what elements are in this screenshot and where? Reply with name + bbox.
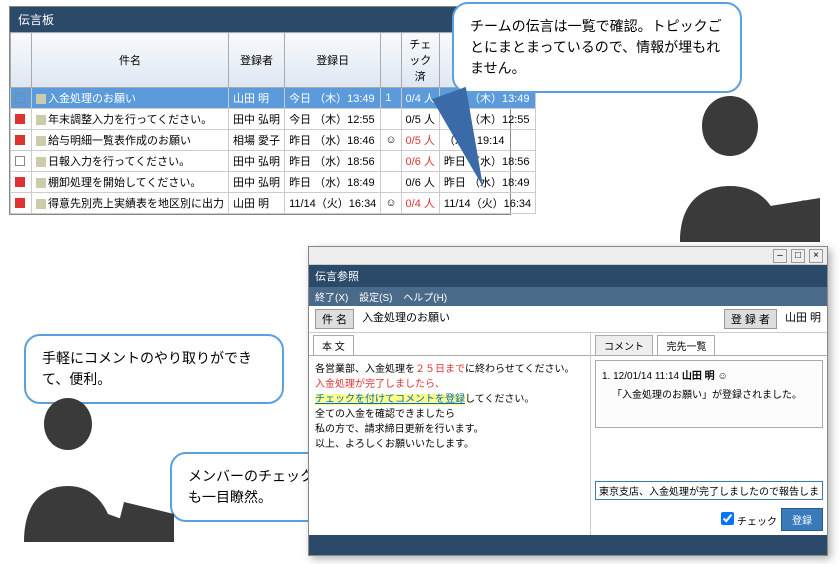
clip-icon [36, 199, 46, 209]
cell-regdate: 11/14（火）16:34 [285, 193, 381, 214]
pin-icon [15, 93, 25, 103]
cell-badge: 1 [381, 88, 401, 109]
tab-body[interactable]: 本 文 [313, 335, 354, 355]
subject-value: 入金処理のお願い [362, 309, 716, 329]
detail-title: 伝言参照 [309, 265, 827, 287]
cell-subject: 入金処理のお願い [32, 88, 229, 109]
comment-panel: コメント 完先一覧 1. 12/01/14 11:14 山田 明 ☺ 「入金処理… [591, 333, 827, 535]
comment-item: 1. 12/01/14 11:14 山田 明 ☺ 「入金処理のお願い」が登録され… [595, 360, 823, 428]
pin-icon [15, 177, 25, 187]
cell-regdate: 昨日 （水）18:49 [285, 172, 381, 193]
cell-subject: 得意先別売上実績表を地区別に出力 [32, 193, 229, 214]
comment-input[interactable] [595, 481, 823, 500]
cell-subject: 日報入力を行ってください。 [32, 151, 229, 172]
subject-label: 件 名 [315, 309, 354, 329]
cell-checked: 0/6 人 [401, 172, 439, 193]
cell-badge [381, 172, 401, 193]
tab-comment[interactable]: コメント [595, 335, 653, 355]
clip-icon [36, 115, 46, 125]
body-panel: 本 文 各営業部、入金処理を２５日までに終わらせてください。 入金処理が完了しま… [309, 333, 591, 535]
cell-subject: 棚卸処理を開始してください。 [32, 172, 229, 193]
cell-checked: 0/5 人 [401, 109, 439, 130]
tab-read-list[interactable]: 完先一覧 [657, 335, 715, 355]
check-checkbox[interactable]: チェック [721, 512, 777, 528]
cell-badge: ☺ [381, 130, 401, 151]
cell-regdate: 昨日 （水）18:46 [285, 130, 381, 151]
detail-footer [309, 535, 827, 555]
col-subject[interactable]: 件名 [32, 33, 229, 88]
body-text: 各営業部、入金処理を２５日までに終わらせてください。 入金処理が完了しましたら、… [309, 356, 590, 535]
register-button[interactable]: 登録 [781, 508, 823, 531]
col-author[interactable]: 登録者 [229, 33, 285, 88]
pin-icon [15, 156, 25, 166]
cell-regdate: 今日 （木）12:55 [285, 109, 381, 130]
cell-regdate: 昨日 （水）18:56 [285, 151, 381, 172]
cell-subject: 年末調整入力を行ってください。 [32, 109, 229, 130]
cell-author: 田中 弘明 [229, 151, 285, 172]
cell-badge [381, 151, 401, 172]
cell-author: 相場 愛子 [229, 130, 285, 151]
cell-subject: 給与明細一覧表作成のお願い [32, 130, 229, 151]
pin-icon [15, 114, 25, 124]
cell-updated: 11/14（火）16:34 [439, 193, 535, 214]
person-silhouette-1 [620, 86, 820, 242]
cell-author: 田中 弘明 [229, 109, 285, 130]
table-row[interactable]: 棚卸処理を開始してください。田中 弘明昨日 （水）18:490/6 人昨日 （水… [11, 172, 536, 193]
author-label: 登 録 者 [724, 309, 777, 329]
cell-author: 山田 明 [229, 88, 285, 109]
comment-input-row [595, 481, 823, 500]
cell-author: 田中 弘明 [229, 172, 285, 193]
col-regdate[interactable]: 登録日 [285, 33, 381, 88]
menu-bar: 終了(X) 設定(S) ヘルプ(H) [309, 287, 827, 306]
table-row[interactable]: 得意先別売上実績表を地区別に出力山田 明11/14（火）16:34☺0/4 人1… [11, 193, 536, 214]
message-detail-window: – □ × 伝言参照 終了(X) 設定(S) ヘルプ(H) 件 名 入金処理のお… [308, 246, 828, 556]
clip-icon [36, 94, 46, 104]
speech-bubble-overview: チームの伝言は一覧で確認。トピックごとにまとまっているので、情報が埋もれません。 [452, 2, 742, 93]
cell-checked: 0/4 人 [401, 193, 439, 214]
menu-settings[interactable]: 設定(S) [359, 293, 392, 304]
cell-checked: 0/5 人 [401, 130, 439, 151]
pin-icon [15, 198, 25, 208]
cell-badge: ☺ [381, 193, 401, 214]
maximize-button[interactable]: □ [791, 249, 805, 263]
minimize-button[interactable]: – [773, 249, 787, 263]
cell-checked: 0/6 人 [401, 151, 439, 172]
window-title: 伝言板 [10, 7, 510, 32]
col-badge[interactable] [381, 33, 401, 88]
clip-icon [36, 157, 46, 167]
clip-icon [36, 136, 46, 146]
menu-exit[interactable]: 終了(X) [315, 293, 348, 304]
close-button[interactable]: × [809, 249, 823, 263]
clip-icon [36, 178, 46, 188]
detail-meta: 件 名 入金処理のお願い 登 録 者 山田 明 [309, 306, 827, 333]
menu-help[interactable]: ヘルプ(H) [403, 293, 447, 304]
cell-author: 山田 明 [229, 193, 285, 214]
person-silhouette-2 [14, 392, 174, 542]
window-controls: – □ × [309, 247, 827, 265]
cell-regdate: 今日 （木）13:49 [285, 88, 381, 109]
col-checked[interactable]: チェック済 [401, 33, 439, 88]
pin-icon [15, 135, 25, 145]
author-value: 山田 明 [785, 309, 821, 329]
cell-badge [381, 109, 401, 130]
